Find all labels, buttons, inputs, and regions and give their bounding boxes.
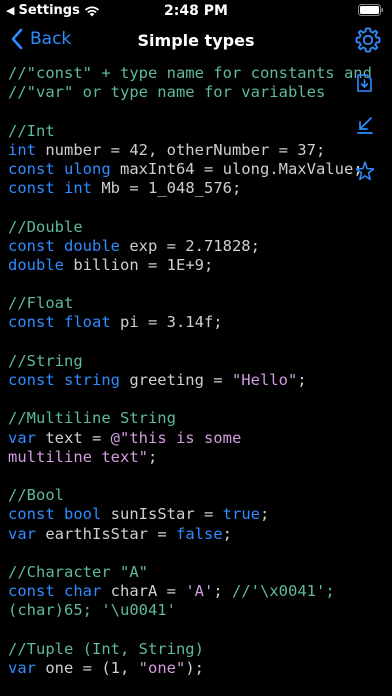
- sparkle-star-icon: [355, 161, 375, 181]
- code-token-keyword: var: [8, 524, 36, 543]
- page-title: Simple types: [137, 31, 255, 50]
- code-token-keyword: const ulong: [8, 159, 111, 178]
- code-line: //Tuple (Int, String): [8, 640, 392, 659]
- code-token-plain: Mb = 1_048_576;: [92, 179, 242, 198]
- code-token-keyword: const double: [8, 236, 120, 255]
- code-line: var earthIsStar = false;: [8, 525, 392, 544]
- code-editor[interactable]: //"const" + type name for constants and /…: [8, 64, 392, 696]
- code-token-comment: //"var" or type name for variables: [8, 83, 326, 102]
- code-line: const double exp = 2.71828;: [8, 237, 392, 256]
- code-line: //Character "A": [8, 563, 392, 582]
- code-token-plain: maxInt64 = ulong.MaxValue;: [110, 159, 363, 178]
- code-token-string: @"this is some: [110, 428, 242, 447]
- code-line: const int Mb = 1_048_576;: [8, 179, 392, 198]
- status-indicators: [358, 4, 384, 16]
- code-token-comment: (char)65; '\u0041': [8, 601, 176, 620]
- code-token-keyword: const int: [8, 179, 92, 198]
- code-token-keyword: const char: [8, 582, 102, 601]
- code-token-string: multiline text": [8, 447, 148, 466]
- status-time: 2:48 PM: [164, 3, 228, 19]
- highlight-button[interactable]: [354, 160, 376, 182]
- code-token-plain: ;: [222, 524, 232, 543]
- code-token-plain: );: [185, 658, 204, 677]
- code-token-plain: number = 42, otherNumber = 37;: [36, 140, 326, 159]
- code-token-comment: //Character "A": [8, 562, 148, 581]
- code-token-plain: one = (1,: [36, 658, 139, 677]
- code-token-keyword: const bool: [8, 505, 102, 524]
- code-line: const char charA = 'A'; //'\x0041';: [8, 582, 392, 601]
- code-token-plain: text =: [36, 428, 111, 447]
- navigation-bar: Back Simple types: [0, 22, 392, 60]
- code-token-keyword: const string: [8, 371, 120, 389]
- code-token-comment: //Double: [8, 217, 83, 236]
- code-line: const bool sunIsStar = true;: [8, 505, 392, 524]
- code-token-plain: ;: [147, 447, 158, 466]
- code-token-plain: earthIsStar =: [36, 524, 176, 543]
- code-token-comment: //Float: [8, 294, 74, 313]
- code-token-keyword: int: [8, 140, 36, 159]
- code-token-string: "Hello": [231, 371, 298, 389]
- code-token-keyword: true: [222, 505, 260, 524]
- code-line: var text = @"this is some: [8, 429, 392, 448]
- code-line: //String: [8, 352, 392, 371]
- code-token-plain: ;: [259, 505, 270, 524]
- code-token-keyword: var: [8, 658, 36, 677]
- code-token-comment: //Multiline String: [8, 409, 176, 428]
- code-token-plain: greeting =: [119, 371, 232, 389]
- code-line: //Bool: [8, 486, 392, 505]
- code-token-string: 'A': [185, 582, 214, 601]
- page-export-icon: [357, 74, 372, 92]
- code-line: //Int: [8, 122, 392, 141]
- code-line: const string greeting = "Hello";: [8, 371, 392, 390]
- code-line: //Multiline String: [8, 409, 392, 428]
- code-token-comment: //Bool: [8, 486, 64, 505]
- code-token-keyword: const float: [8, 313, 111, 332]
- code-line: const float pi = 3.14f;: [8, 313, 392, 332]
- code-token-plain: pi = 3.14f;: [110, 313, 223, 332]
- code-token-comment: //'\x0041';: [232, 582, 335, 601]
- gear-icon: [355, 27, 381, 53]
- export-page-button[interactable]: [354, 72, 376, 94]
- code-line: multiline text";: [8, 448, 392, 467]
- code-line: //Double: [8, 218, 392, 237]
- code-line: //"var" or type name for variables: [8, 83, 392, 102]
- code-token-plain: sunIsStar =: [101, 505, 223, 524]
- code-token-string: "one": [138, 658, 186, 677]
- code-line: //"const" + type name for constants and: [8, 64, 392, 83]
- code-line: var one = (1, "one");: [8, 659, 392, 678]
- code-token-keyword: false: [175, 524, 223, 543]
- collapse-arrow-icon: [357, 117, 373, 134]
- code-line: double billion = 1E+9;: [8, 256, 392, 275]
- settings-button[interactable]: [354, 26, 382, 54]
- code-line: int number = 42, otherNumber = 37;: [8, 141, 392, 160]
- battery-icon: [358, 4, 384, 16]
- code-line: const ulong maxInt64 = ulong.MaxValue;: [8, 160, 392, 179]
- collapse-button[interactable]: [354, 114, 376, 136]
- code-token-comment: //Int: [8, 121, 55, 140]
- status-bar: ◀ Settings 2:48 PM: [0, 0, 392, 22]
- code-token-comment: //"const" + type name for constants and: [8, 64, 372, 82]
- code-token-plain: exp = 2.71828;: [119, 236, 260, 255]
- code-token-plain: ;: [297, 371, 307, 389]
- code-line: //Float: [8, 294, 392, 313]
- code-token-plain: ;: [213, 582, 232, 601]
- code-token-keyword: var: [8, 428, 36, 447]
- code-token-comment: //String: [8, 351, 83, 370]
- code-line: (char)65; '\u0041': [8, 601, 392, 620]
- code-token-plain: billion = 1E+9;: [64, 255, 214, 274]
- code-token-comment: //Tuple (Int, String): [8, 639, 204, 658]
- code-token-plain: charA =: [101, 582, 186, 601]
- code-token-keyword: double: [8, 255, 64, 274]
